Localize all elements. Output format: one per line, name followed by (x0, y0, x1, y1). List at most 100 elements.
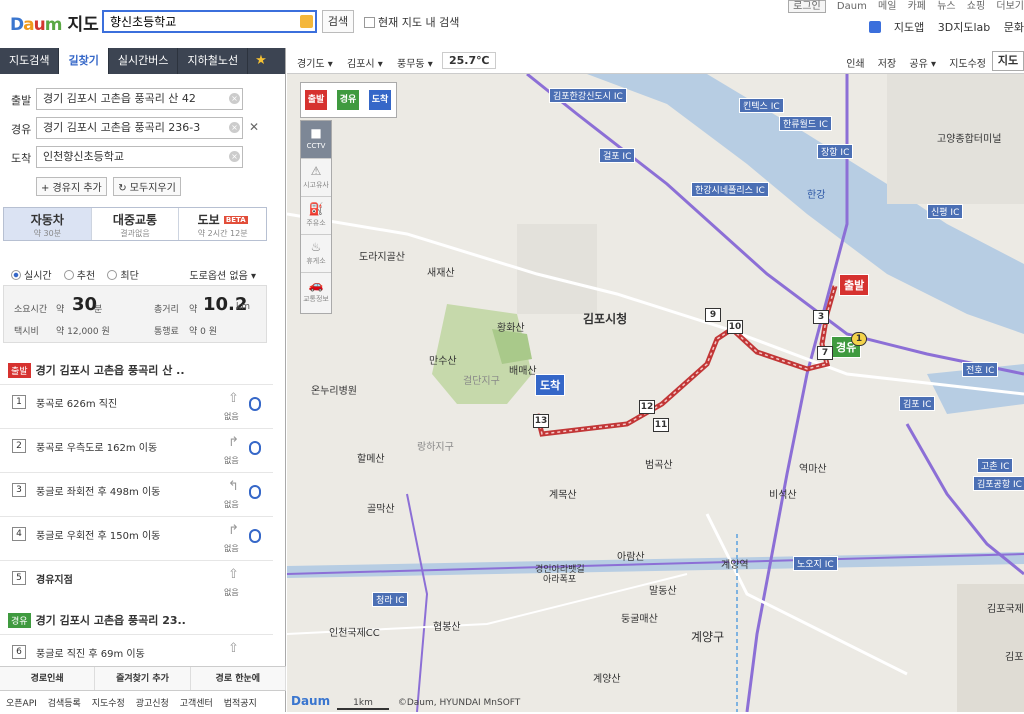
option-realtime[interactable]: 실시간 (11, 270, 52, 282)
route-step[interactable]: 3 풍글로 좌회전 후 498m 이동 ↰ 없음 (0, 472, 273, 516)
print-route-button[interactable]: 경로인쇄 (0, 667, 96, 690)
clear-waypoint-icon[interactable]: × (229, 122, 240, 133)
accident-tool[interactable]: ⚠ 시고유사 (301, 159, 331, 197)
ic-label[interactable]: 전호 IC (962, 362, 999, 377)
tab-realtime-bus[interactable]: 실시간버스 (109, 48, 179, 74)
route-step[interactable]: 2 풍곡로 우측도로 162m 이동 ↱ 없음 (0, 428, 273, 472)
footer-link-legal[interactable]: 법적공지 (224, 699, 257, 709)
more-link[interactable]: 더보기 (996, 1, 1024, 12)
tab-subway[interactable]: 지하철노선 (178, 48, 249, 74)
print-link[interactable]: 인쇄 (846, 59, 864, 70)
ic-label[interactable]: 김포 IC (899, 396, 936, 411)
option-shortest[interactable]: 최단 (107, 270, 139, 282)
footer-link-support[interactable]: 고객센터 (180, 699, 213, 709)
waypoint-marker[interactable]: 12 (639, 400, 655, 414)
waypoint-marker[interactable]: 13 (533, 414, 549, 428)
clear-origin-icon[interactable]: × (229, 93, 240, 104)
steps-waypoint[interactable]: 경유 경기 김포시 고촌읍 풍곡리 23.. (8, 612, 186, 628)
daum-link[interactable]: Daum (837, 1, 867, 12)
checkbox-icon[interactable] (364, 17, 375, 28)
save-link[interactable]: 저장 (878, 59, 896, 70)
route-start-flag[interactable]: 출발 (839, 274, 870, 296)
share-link[interactable]: 공유 ▾ (909, 59, 936, 70)
waypoint-field[interactable]: 경기 김포시 고촌읍 풍곡리 236-3 (36, 117, 243, 139)
favorites-star-icon[interactable]: ★ (248, 48, 274, 74)
breadcrumb-city[interactable]: 김포시 ▾ (347, 55, 383, 70)
remove-waypoint-icon[interactable]: ✕ (249, 120, 259, 134)
ic-label[interactable]: 김포한강신도시 IC (549, 88, 627, 103)
destination-field[interactable]: 인천향신초등학교 (36, 146, 243, 168)
radio-icon[interactable] (107, 270, 118, 280)
via-marker-button[interactable]: 경유 (337, 90, 359, 110)
in-map-search-checkbox[interactable]: 현재 지도 내 검색 (364, 14, 459, 30)
steps-origin[interactable]: 출발 경기 김포시 고촌읍 풍곡리 산 .. (8, 362, 185, 378)
tab-directions[interactable]: 길찾기 (59, 48, 109, 74)
breadcrumb-province[interactable]: 경기도 ▾ (297, 55, 333, 70)
mail-link[interactable]: 메일 (878, 1, 896, 12)
ic-label[interactable]: 김포공항 IC (973, 476, 1024, 491)
gas-station-tool[interactable]: ⛽ 주유소 (301, 197, 331, 235)
footer-link-ads[interactable]: 광고신청 (136, 699, 169, 709)
rest-area-tool[interactable]: ♨ 휴게소 (301, 235, 331, 273)
tab-map-search[interactable]: 지도검색 (0, 48, 60, 74)
radio-icon[interactable] (11, 270, 21, 280)
footer-link-openapi[interactable]: 오픈API (6, 699, 37, 709)
cctv-icon[interactable] (249, 397, 261, 411)
waypoint-marker[interactable]: 7 (817, 346, 833, 360)
route-overview-button[interactable]: 경로 한눈에 (191, 667, 286, 690)
cctv-tool[interactable]: ■ CCTV (301, 121, 331, 159)
culture-link[interactable]: 문화 (1004, 21, 1024, 34)
route-step[interactable]: 1 풍곡로 626m 직진 ⇧ 없음 (0, 384, 273, 428)
road-option-dropdown[interactable]: 도로옵션 없음 ▾ (189, 267, 256, 282)
cctv-icon[interactable] (249, 441, 261, 455)
start-marker-button[interactable]: 출발 (305, 90, 327, 110)
ic-label[interactable]: 장항 IC (817, 144, 854, 159)
add-waypoint-button[interactable]: + 경유지 추가 (36, 177, 107, 196)
add-favorite-button[interactable]: 즐겨찾기 추가 (95, 667, 191, 690)
ic-label[interactable]: 신평 IC (927, 204, 964, 219)
waypoint-marker[interactable]: 1 (851, 332, 867, 346)
footer-link-edit-map[interactable]: 지도수정 (92, 699, 125, 709)
cctv-icon[interactable] (249, 529, 261, 543)
3d-map-link[interactable]: 3D지도lab (938, 21, 991, 34)
edit-map-link[interactable]: 지도수정 (949, 59, 986, 70)
ic-label[interactable]: 고촌 IC (977, 458, 1014, 473)
cafe-link[interactable]: 카페 (908, 1, 926, 12)
cctv-icon[interactable] (249, 485, 261, 499)
route-step[interactable]: 6 풍글로 직진 후 69m 이동 ⇧ (0, 634, 273, 664)
mode-car[interactable]: 자동차 약 30분 (4, 208, 92, 240)
search-input[interactable] (104, 12, 294, 31)
breadcrumb-district[interactable]: 풍무동 ▾ (397, 55, 433, 70)
waypoint-marker[interactable]: 10 (727, 320, 743, 334)
weather-temperature[interactable]: 25.7℃ (442, 52, 497, 69)
clear-all-button[interactable]: ↻ 모두지우기 (113, 177, 181, 196)
end-marker-button[interactable]: 도착 (369, 90, 391, 110)
daum-map-logo[interactable]: Daum 지도 (10, 10, 99, 35)
radio-icon[interactable] (63, 270, 74, 280)
route-end-flag[interactable]: 도착 (535, 374, 566, 396)
map-type-button[interactable]: 지도 (992, 51, 1024, 71)
ic-label[interactable]: 한강시네폴리스 IC (691, 182, 769, 197)
ic-label[interactable]: 걸포 IC (599, 148, 636, 163)
waypoint-marker[interactable]: 3 (813, 310, 829, 324)
traffic-tool[interactable]: 🚗 교통정보 (301, 273, 331, 311)
ic-label[interactable]: 킨텍스 IC (739, 98, 784, 113)
clear-destination-icon[interactable]: × (229, 151, 240, 162)
shopping-link[interactable]: 쇼핑 (967, 1, 985, 12)
route-step[interactable]: 4 풍글로 우회전 후 150m 이동 ↱ 없음 (0, 516, 273, 560)
waypoint-marker[interactable]: 9 (705, 308, 721, 322)
waypoint-marker[interactable]: 11 (653, 418, 669, 432)
mode-public-transit[interactable]: 대중교통 결과없음 (92, 208, 180, 240)
option-recommend[interactable]: 추천 (63, 270, 95, 282)
route-step[interactable]: 5 경유지점 ⇧ 없음 (0, 560, 273, 604)
ic-label[interactable]: 청라 IC (372, 592, 409, 607)
map-canvas[interactable]: 출발 경유 도착 ■ CCTV ⚠ 시고유사 ⛽ 주유소 ♨ 휴게소 🚗 교통정보 김포한… (287, 74, 1024, 712)
ic-label[interactable]: 한류월드 IC (779, 116, 832, 131)
origin-field[interactable]: 경기 김포시 고촌읍 풍곡리 산 42 (36, 88, 243, 110)
news-link[interactable]: 뉴스 (937, 1, 955, 12)
footer-link-register[interactable]: 검색등록 (48, 699, 81, 709)
login-link[interactable]: 로그인 (788, 0, 826, 13)
mode-walk[interactable]: 도보 BETA 약 2시간 12분 (179, 208, 266, 240)
map-app-link[interactable]: 지도앱 (859, 21, 924, 34)
search-button[interactable]: 검색 (322, 10, 354, 33)
